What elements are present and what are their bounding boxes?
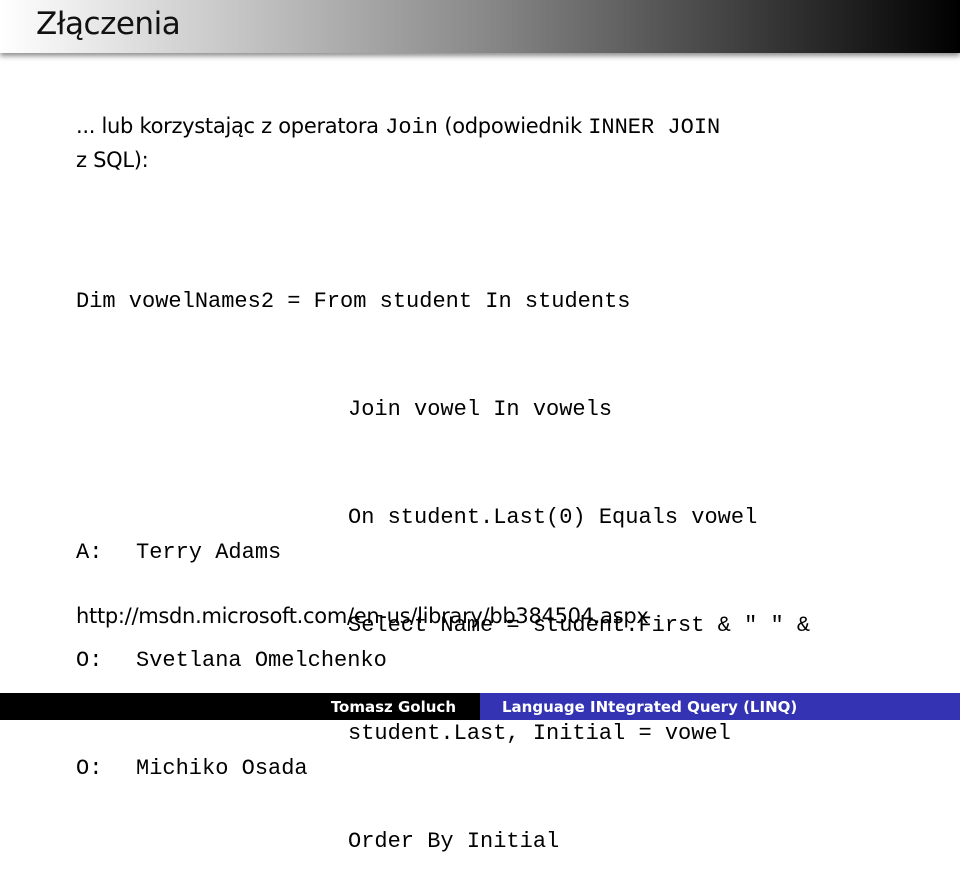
footer-title-text: Language INtegrated Query (LINQ) [502,697,798,716]
footer-bar: Tomasz Goluch Language INtegrated Query … [0,693,960,720]
sql-term: INNER JOIN [588,115,721,140]
result-key: O: [76,756,103,781]
result-value: Svetlana Omelchenko [136,648,387,673]
result-row: O: Svetlana Omelchenko [76,643,387,679]
result-value: Terry Adams [136,540,282,565]
footer-presentation-title: Language INtegrated Query (LINQ) [480,693,960,720]
results-block: A: Terry Adams O: Svetlana Omelchenko O: Mi… [76,463,387,823]
intro-text-middle: (odpowiednik [437,114,589,138]
intro-paragraph: ... lub korzystając z operatora Join (od… [76,110,720,176]
result-row: A: Terry Adams [76,535,387,571]
slide-title: Złączenia [36,6,181,42]
code-line: Join vowel In vowels [348,397,613,422]
source-link[interactable]: http://msdn.microsoft.com/en-us/library/… [76,604,649,628]
code-line: Order By Initial [348,829,560,854]
result-key: O: [76,648,103,673]
intro-line-1: ... lub korzystając z operatora Join (od… [76,110,720,144]
footer-author-text: Tomasz Goluch [330,697,456,716]
result-value: Michiko Osada [136,756,308,781]
result-key: A: [76,540,103,565]
intro-line-2: z SQL): [76,148,149,172]
result-row: O: Michiko Osada [76,751,387,787]
intro-text-before: ... lub korzystając z operatora [76,114,386,138]
code-line: Dim vowelNames2 = From student In studen… [76,289,631,314]
frame-title-bar: Złączenia [0,0,960,53]
footer-author: Tomasz Goluch [0,693,480,720]
join-operator: Join [385,115,438,140]
